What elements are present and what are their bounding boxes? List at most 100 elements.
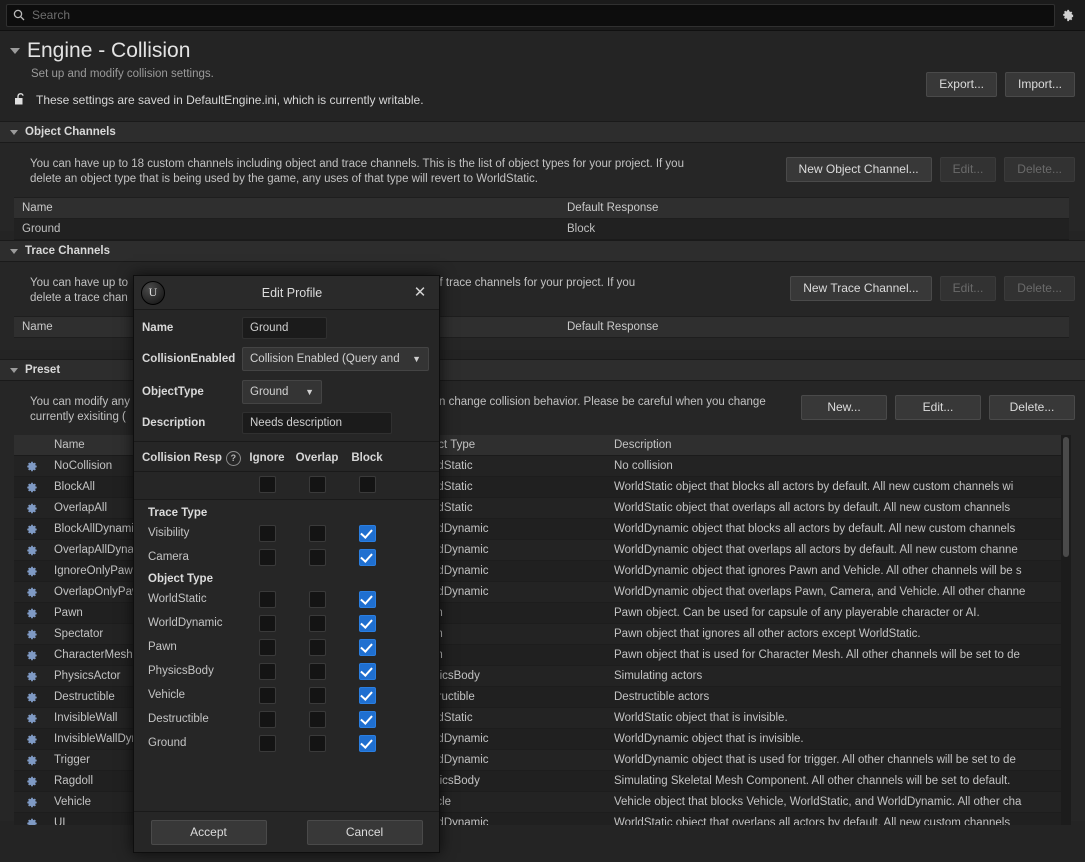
block-checkbox[interactable]	[358, 548, 376, 566]
new-object-channel-button[interactable]: New Object Channel...	[785, 157, 932, 182]
block-checkbox[interactable]	[358, 524, 376, 542]
ignore-checkbox[interactable]	[258, 524, 276, 542]
preset-gear-icon	[14, 523, 48, 536]
block-cell	[342, 734, 392, 752]
accept-button[interactable]: Accept	[150, 819, 267, 845]
name-field[interactable]: Ground	[242, 317, 327, 339]
column-header-overlap: Overlap	[295, 452, 339, 464]
description-field[interactable]: Needs description	[242, 412, 392, 434]
block-checkbox[interactable]	[358, 734, 376, 752]
column-header-description[interactable]: Description	[608, 439, 1071, 451]
object-channels-section: Object Channels You can have up to 18 cu…	[0, 121, 1085, 240]
ignore-checkbox[interactable]	[258, 662, 276, 680]
scrollbar-thumb[interactable]	[1063, 437, 1069, 557]
preset-gear-icon	[14, 712, 48, 725]
ignore-cell	[242, 614, 292, 632]
search-input[interactable]: Search	[6, 3, 1055, 27]
overlap-cell	[292, 734, 342, 752]
ignore-checkbox[interactable]	[258, 590, 276, 608]
chevron-down-icon[interactable]	[10, 248, 18, 254]
cell-name: Ground	[22, 223, 61, 235]
ignore-cell	[242, 734, 292, 752]
close-icon[interactable]: ✕	[411, 283, 429, 301]
block-checkbox[interactable]	[358, 686, 376, 704]
column-header-default-response[interactable]: Default Response	[559, 321, 1069, 333]
block-checkbox[interactable]	[358, 614, 376, 632]
ignore-cell	[242, 524, 292, 542]
cell-description: Simulating Skeletal Mesh Component. All …	[614, 775, 1011, 787]
collision-response-row: WorldStatic	[134, 587, 439, 611]
trace-desc-left2: delete a trace chan	[30, 292, 128, 304]
preset-scrollbar[interactable]	[1061, 435, 1071, 825]
ignore-checkbox[interactable]	[258, 638, 276, 656]
block-checkbox[interactable]	[358, 662, 376, 680]
block-checkbox[interactable]	[358, 710, 376, 728]
ignore-checkbox[interactable]	[258, 686, 276, 704]
master-checkbox-row	[134, 472, 439, 496]
object-channels-header[interactable]: Object Channels	[0, 121, 1085, 143]
trace-channels-header[interactable]: Trace Channels	[0, 240, 1085, 262]
preset-gear-icon	[14, 817, 48, 825]
ignore-checkbox[interactable]	[258, 734, 276, 752]
column-header-default-response[interactable]: Default Response	[559, 202, 1069, 214]
cancel-button[interactable]: Cancel	[306, 819, 423, 845]
field-name-row: Name Ground	[134, 314, 439, 342]
table-row[interactable]: Ground Block	[14, 219, 1069, 240]
object-type-value: Ground	[250, 386, 289, 398]
overlap-cell	[292, 614, 342, 632]
chevron-down-icon: ▼	[305, 387, 314, 397]
overlap-checkbox[interactable]	[308, 638, 326, 656]
master-overlap-checkbox[interactable]	[308, 475, 326, 493]
ignore-checkbox[interactable]	[258, 548, 276, 566]
overlap-checkbox[interactable]	[308, 590, 326, 608]
master-block-checkbox[interactable]	[358, 475, 376, 493]
collision-response-row: Ground	[134, 731, 439, 755]
cell-description: Destructible actors	[614, 691, 710, 703]
field-object-type-row: ObjectType Ground ▼	[134, 376, 439, 408]
overlap-checkbox[interactable]	[308, 686, 326, 704]
preset-gear-icon	[14, 460, 48, 473]
overlap-checkbox[interactable]	[308, 710, 326, 728]
new-preset-button[interactable]: New...	[801, 395, 887, 420]
master-ignore-checkbox[interactable]	[258, 475, 276, 493]
block-checkbox[interactable]	[358, 638, 376, 656]
export-button[interactable]: Export...	[926, 72, 997, 97]
gear-icon[interactable]	[1055, 8, 1079, 23]
overlap-checkbox[interactable]	[308, 614, 326, 632]
collision-response-label-text: Collision Resp	[142, 452, 222, 464]
collision-settings-page: Search Engine - Collision Set up and mod…	[0, 0, 1085, 862]
collision-response-row: WorldDynamic	[134, 611, 439, 635]
delete-object-channel-button: Delete...	[1004, 157, 1075, 182]
channel-label: Vehicle	[148, 689, 186, 701]
preset-gear-icon	[14, 775, 48, 788]
overlap-checkbox[interactable]	[308, 734, 326, 752]
collapse-triangle-icon[interactable]	[10, 48, 20, 54]
overlap-checkbox[interactable]	[308, 662, 326, 680]
delete-preset-button[interactable]: Delete...	[989, 395, 1075, 420]
chevron-down-icon[interactable]	[10, 367, 18, 373]
collision-response-row: Visibility	[134, 521, 439, 545]
overlap-checkbox[interactable]	[308, 524, 326, 542]
collision-response-row: Pawn	[134, 635, 439, 659]
overlap-checkbox[interactable]	[308, 548, 326, 566]
block-checkbox[interactable]	[358, 590, 376, 608]
collision-enabled-dropdown[interactable]: Collision Enabled (Query and ▼	[242, 347, 429, 371]
new-trace-channel-button[interactable]: New Trace Channel...	[790, 276, 932, 301]
column-header-name[interactable]: Name	[14, 202, 559, 214]
dialog-title-bar[interactable]: U Edit Profile ✕	[134, 276, 439, 310]
help-icon[interactable]: ?	[225, 450, 241, 466]
cell-description: Pawn object that is used for Character M…	[614, 649, 1020, 661]
preset-title: Preset	[25, 364, 61, 376]
column-header-block: Block	[351, 452, 383, 464]
import-button[interactable]: Import...	[1004, 72, 1075, 97]
group-header: Trace Type	[148, 507, 208, 519]
chevron-down-icon[interactable]	[10, 129, 18, 135]
object-type-dropdown[interactable]: Ground ▼	[242, 380, 322, 404]
ignore-checkbox[interactable]	[258, 614, 276, 632]
collision-response-row: PhysicsBody	[134, 659, 439, 683]
cell-description: Vehicle object that blocks Vehicle, Worl…	[614, 796, 1022, 808]
overlap-cell	[292, 590, 342, 608]
edit-preset-button[interactable]: Edit...	[895, 395, 981, 420]
ignore-cell	[242, 710, 292, 728]
ignore-checkbox[interactable]	[258, 710, 276, 728]
